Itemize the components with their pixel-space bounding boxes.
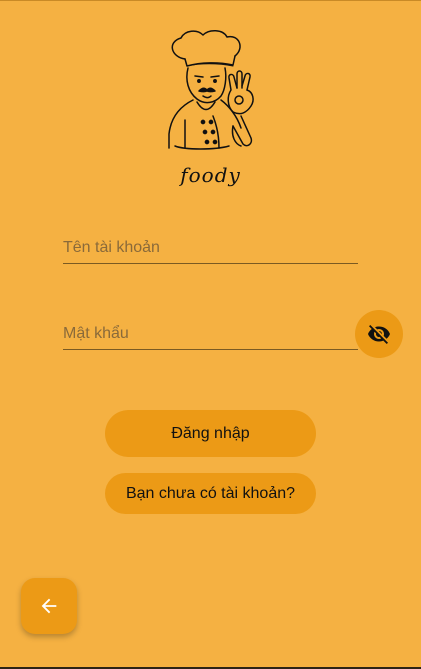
brand-name: foody — [180, 163, 241, 187]
top-border — [0, 0, 421, 1]
username-field — [63, 233, 358, 264]
register-button[interactable]: Bạn chưa có tài khoản? — [105, 473, 316, 514]
visibility-off-icon — [368, 325, 390, 344]
chef-logo-icon — [155, 26, 265, 154]
login-button[interactable]: Đăng nhập — [105, 410, 316, 457]
arrow-left-icon — [41, 598, 57, 614]
password-input[interactable] — [63, 319, 358, 349]
password-field — [63, 319, 358, 350]
toggle-password-visibility-button[interactable] — [355, 310, 403, 358]
back-button[interactable] — [21, 578, 77, 634]
username-input[interactable] — [63, 233, 358, 263]
